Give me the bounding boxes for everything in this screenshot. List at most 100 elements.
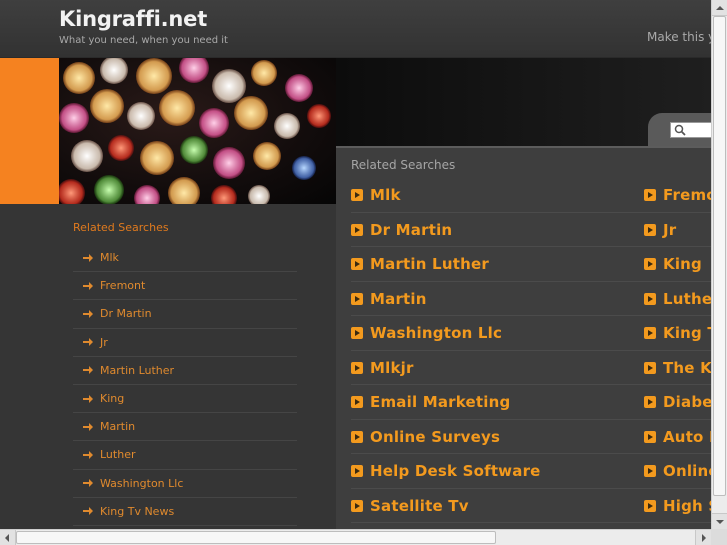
arrow-bullet-icon [351, 430, 363, 443]
related-link-label: Fremo [663, 186, 711, 204]
vertical-scroll-thumb[interactable] [713, 16, 726, 496]
arrow-right-icon [702, 534, 706, 542]
scroll-right-button[interactable] [695, 530, 711, 545]
related-link[interactable]: Martin Luther [351, 247, 489, 281]
link-row: Email Marketing Diabet [351, 385, 711, 420]
related-link-label: High S [663, 496, 711, 515]
arrow-right-icon [83, 422, 93, 431]
sidebar-item-label: King Tv News [100, 504, 175, 518]
link-row: Help Desk Software Online [351, 454, 711, 489]
related-link[interactable]: Satellite Tv [351, 489, 469, 523]
sidebar-item[interactable]: Washington Llc [73, 470, 297, 498]
related-link-label: Martin Luther [370, 255, 489, 273]
related-link[interactable]: King [644, 247, 702, 281]
related-link[interactable]: Auto I [644, 420, 711, 454]
arrow-left-icon [5, 534, 9, 542]
arrow-bullet-icon [644, 430, 656, 443]
arrow-bullet-icon [351, 258, 363, 270]
related-link[interactable]: Jr [644, 213, 676, 247]
link-row: Dr Martin Jr [351, 213, 711, 247]
related-link[interactable]: Washington Llc [351, 316, 502, 350]
scrollbar-corner [711, 529, 727, 545]
arrow-right-icon [83, 394, 93, 403]
sidebar-heading: Related Searches [73, 221, 169, 234]
related-link-label: Online [663, 462, 711, 480]
related-link[interactable]: Email Marketing [351, 385, 510, 419]
search-icon [674, 124, 686, 136]
vertical-scrollbar[interactable] [711, 0, 727, 529]
arrow-bullet-icon [351, 396, 363, 408]
sidebar-item[interactable]: Mlk [73, 244, 297, 273]
related-link-label: Jr [663, 220, 677, 239]
related-link[interactable]: King T [644, 316, 711, 350]
sidebar-item[interactable]: Martin Luther [73, 357, 297, 385]
related-link-label: Satellite Tv [370, 496, 469, 515]
arrow-bullet-icon [351, 189, 363, 201]
panel-heading: Related Searches [351, 158, 456, 172]
sidebar-item[interactable]: Fremont [73, 272, 297, 301]
link-row: Martin Luther King [351, 247, 711, 282]
related-link[interactable]: Mlkjr [351, 351, 414, 385]
sidebar-item[interactable]: Dr Martin [73, 300, 297, 329]
arrow-bullet-icon [351, 361, 363, 374]
related-link[interactable]: Help Desk Software [351, 454, 541, 488]
sidebar-item-label: Martin [100, 420, 136, 434]
arrow-bullet-icon [351, 292, 363, 305]
sidebar-item[interactable]: King Tv News [73, 498, 297, 526]
related-link-label: Luther [663, 289, 711, 308]
horizontal-scrollbar[interactable] [0, 529, 711, 545]
scroll-up-button[interactable] [712, 0, 727, 16]
site-header: Kingraffi.net What you need, when you ne… [0, 0, 711, 58]
related-link-label: Mlk [370, 186, 401, 204]
related-link[interactable]: Online Surveys [351, 420, 500, 454]
arrow-bullet-icon [644, 361, 656, 374]
arrow-bullet-icon [644, 189, 656, 201]
related-link-label: Martin [370, 289, 427, 308]
related-link[interactable]: High S [644, 489, 711, 523]
link-row: Online Surveys Auto I [351, 420, 711, 454]
related-link[interactable]: The Ki [644, 351, 711, 385]
link-row: Satellite Tv High S [351, 489, 711, 523]
arrow-bullet-icon [644, 465, 656, 477]
arrow-bullet-icon [351, 465, 363, 477]
arrow-right-icon [83, 507, 93, 516]
arrow-bullet-icon [351, 327, 363, 339]
link-row: Martin Luther [351, 282, 711, 316]
search-input[interactable] [670, 122, 711, 138]
related-link[interactable]: Online [644, 454, 711, 488]
arrow-bullet-icon [644, 396, 656, 408]
arrow-bullet-icon [351, 223, 363, 236]
scroll-left-button[interactable] [0, 530, 16, 545]
related-link-label: Dr Martin [370, 220, 453, 239]
make-homepage-link[interactable]: Make this y [647, 30, 711, 44]
related-link[interactable]: Fremo [644, 178, 711, 212]
sidebar-item[interactable]: Jr [73, 329, 297, 357]
arrow-bullet-icon [644, 223, 656, 236]
arrow-right-icon [83, 281, 93, 290]
arrow-up-icon [716, 6, 724, 10]
related-link[interactable]: Mlk [351, 178, 401, 212]
horizontal-scroll-thumb[interactable] [16, 531, 496, 544]
link-row: Washington Llc King T [351, 316, 711, 351]
related-link-label: Email Marketing [370, 393, 511, 411]
related-link-label: King [663, 255, 702, 273]
site-title[interactable]: Kingraffi.net [59, 7, 207, 31]
sidebar-item[interactable]: Martin [73, 413, 297, 442]
related-link[interactable]: Luther [644, 282, 711, 316]
related-link[interactable]: Dr Martin [351, 213, 452, 247]
arrow-bullet-icon [644, 292, 656, 305]
scroll-down-button[interactable] [712, 513, 727, 529]
sidebar-item[interactable]: King [73, 385, 297, 414]
sidebar-item[interactable]: Luther [73, 441, 297, 470]
banner-bokeh-image [59, 58, 336, 204]
arrow-right-icon [83, 338, 93, 347]
related-link[interactable]: Martin [351, 282, 427, 316]
arrow-right-icon [83, 309, 93, 318]
related-searches-panel: Related Searches Mlk Fremo Dr Martin Jr … [336, 146, 711, 529]
sidebar-item-label: Washington Llc [100, 476, 184, 490]
related-link-label: The Ki [663, 358, 711, 377]
related-link-label: King T [663, 324, 711, 342]
bokeh-lights-graphic [59, 58, 331, 204]
related-link[interactable]: Diabet [644, 385, 711, 419]
site-tagline: What you need, when you need it [59, 35, 228, 46]
